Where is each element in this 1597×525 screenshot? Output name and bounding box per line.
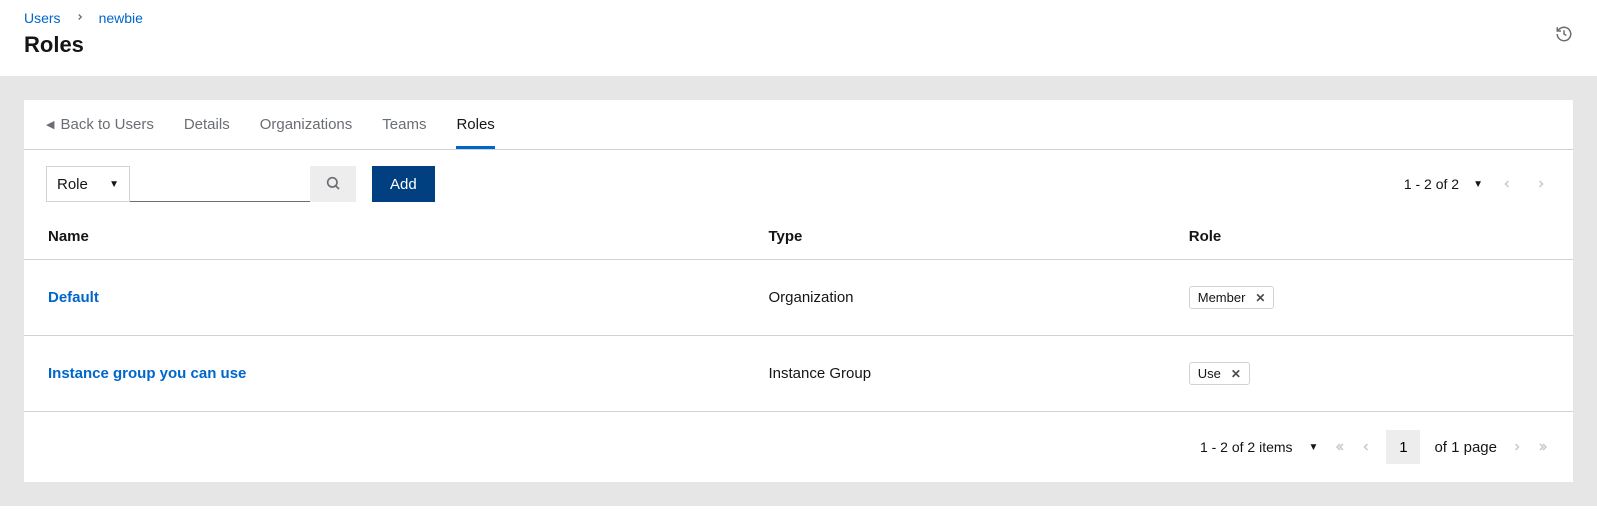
table-header: Name Type Role bbox=[24, 218, 1573, 260]
row-type: Organization bbox=[768, 289, 1188, 306]
count-dropdown[interactable]: ▼ bbox=[1473, 179, 1483, 190]
next-page-top[interactable] bbox=[1531, 178, 1551, 190]
header-left: Users newbie Roles bbox=[24, 10, 143, 58]
caret-down-icon: ▼ bbox=[109, 179, 119, 190]
tab-roles[interactable]: Roles bbox=[456, 100, 494, 149]
last-page-button[interactable] bbox=[1537, 441, 1549, 453]
count-text: 1 - 2 of 2 bbox=[1404, 176, 1459, 192]
column-header-role: Role bbox=[1189, 228, 1549, 245]
tabs: ◀ Back to Users Details Organizations Te… bbox=[24, 100, 1573, 150]
close-icon[interactable]: ✕ bbox=[1255, 291, 1265, 305]
add-button[interactable]: Add bbox=[372, 166, 435, 202]
breadcrumb: Users newbie bbox=[24, 10, 143, 26]
close-icon[interactable]: ✕ bbox=[1231, 367, 1241, 381]
filter-input[interactable] bbox=[130, 166, 310, 202]
column-header-type: Type bbox=[768, 228, 1188, 245]
tab-back-to-users[interactable]: ◀ Back to Users bbox=[46, 100, 154, 149]
tab-details[interactable]: Details bbox=[184, 100, 230, 149]
page-title: Roles bbox=[24, 32, 143, 58]
row-type: Instance Group bbox=[768, 365, 1188, 382]
filter-select[interactable]: Role ▼ bbox=[46, 166, 130, 202]
row-name-link[interactable]: Instance group you can use bbox=[48, 365, 246, 382]
prev-page-button[interactable] bbox=[1360, 441, 1372, 453]
tab-teams[interactable]: Teams bbox=[382, 100, 426, 149]
first-page-button[interactable] bbox=[1334, 441, 1346, 453]
tab-organizations[interactable]: Organizations bbox=[260, 100, 353, 149]
pagination: 1 - 2 of 2 items ▼ of 1 page bbox=[24, 412, 1573, 482]
toolbar: Role ▼ Add 1 - bbox=[24, 150, 1573, 218]
items-dropdown[interactable]: ▼ bbox=[1309, 442, 1319, 453]
page-input[interactable] bbox=[1386, 430, 1420, 464]
prev-page-top[interactable] bbox=[1497, 178, 1517, 190]
card: ◀ Back to Users Details Organizations Te… bbox=[24, 100, 1573, 482]
page-nav: of 1 page bbox=[1334, 430, 1549, 464]
tab-back-label: Back to Users bbox=[60, 116, 153, 133]
toolbar-right: 1 - 2 of 2 ▼ bbox=[1404, 176, 1551, 192]
page-header: Users newbie Roles bbox=[0, 0, 1597, 76]
role-chip: Use ✕ bbox=[1189, 362, 1250, 385]
toolbar-left: Role ▼ Add bbox=[46, 166, 435, 202]
search-icon bbox=[325, 175, 341, 194]
breadcrumb-parent-link[interactable]: Users bbox=[24, 10, 61, 26]
table-row: Default Organization Member ✕ bbox=[24, 260, 1573, 336]
items-count-text: 1 - 2 of 2 items bbox=[1200, 439, 1293, 455]
search-button[interactable] bbox=[310, 166, 356, 202]
table-row: Instance group you can use Instance Grou… bbox=[24, 336, 1573, 412]
role-chip: Member ✕ bbox=[1189, 286, 1275, 309]
row-name-link[interactable]: Default bbox=[48, 289, 99, 306]
header-right bbox=[1555, 25, 1573, 43]
content-area: ◀ Back to Users Details Organizations Te… bbox=[0, 76, 1597, 506]
history-icon[interactable] bbox=[1555, 25, 1573, 43]
breadcrumb-current-link[interactable]: newbie bbox=[99, 10, 143, 26]
caret-left-icon: ◀ bbox=[46, 118, 54, 131]
next-page-button[interactable] bbox=[1511, 441, 1523, 453]
filter-group: Role ▼ bbox=[46, 166, 356, 202]
column-header-name: Name bbox=[48, 228, 768, 245]
role-chip-label: Use bbox=[1198, 366, 1221, 381]
chevron-right-icon bbox=[75, 11, 85, 25]
filter-select-label: Role bbox=[57, 176, 88, 193]
role-chip-label: Member bbox=[1198, 290, 1246, 305]
of-page-text: of 1 page bbox=[1434, 439, 1497, 456]
